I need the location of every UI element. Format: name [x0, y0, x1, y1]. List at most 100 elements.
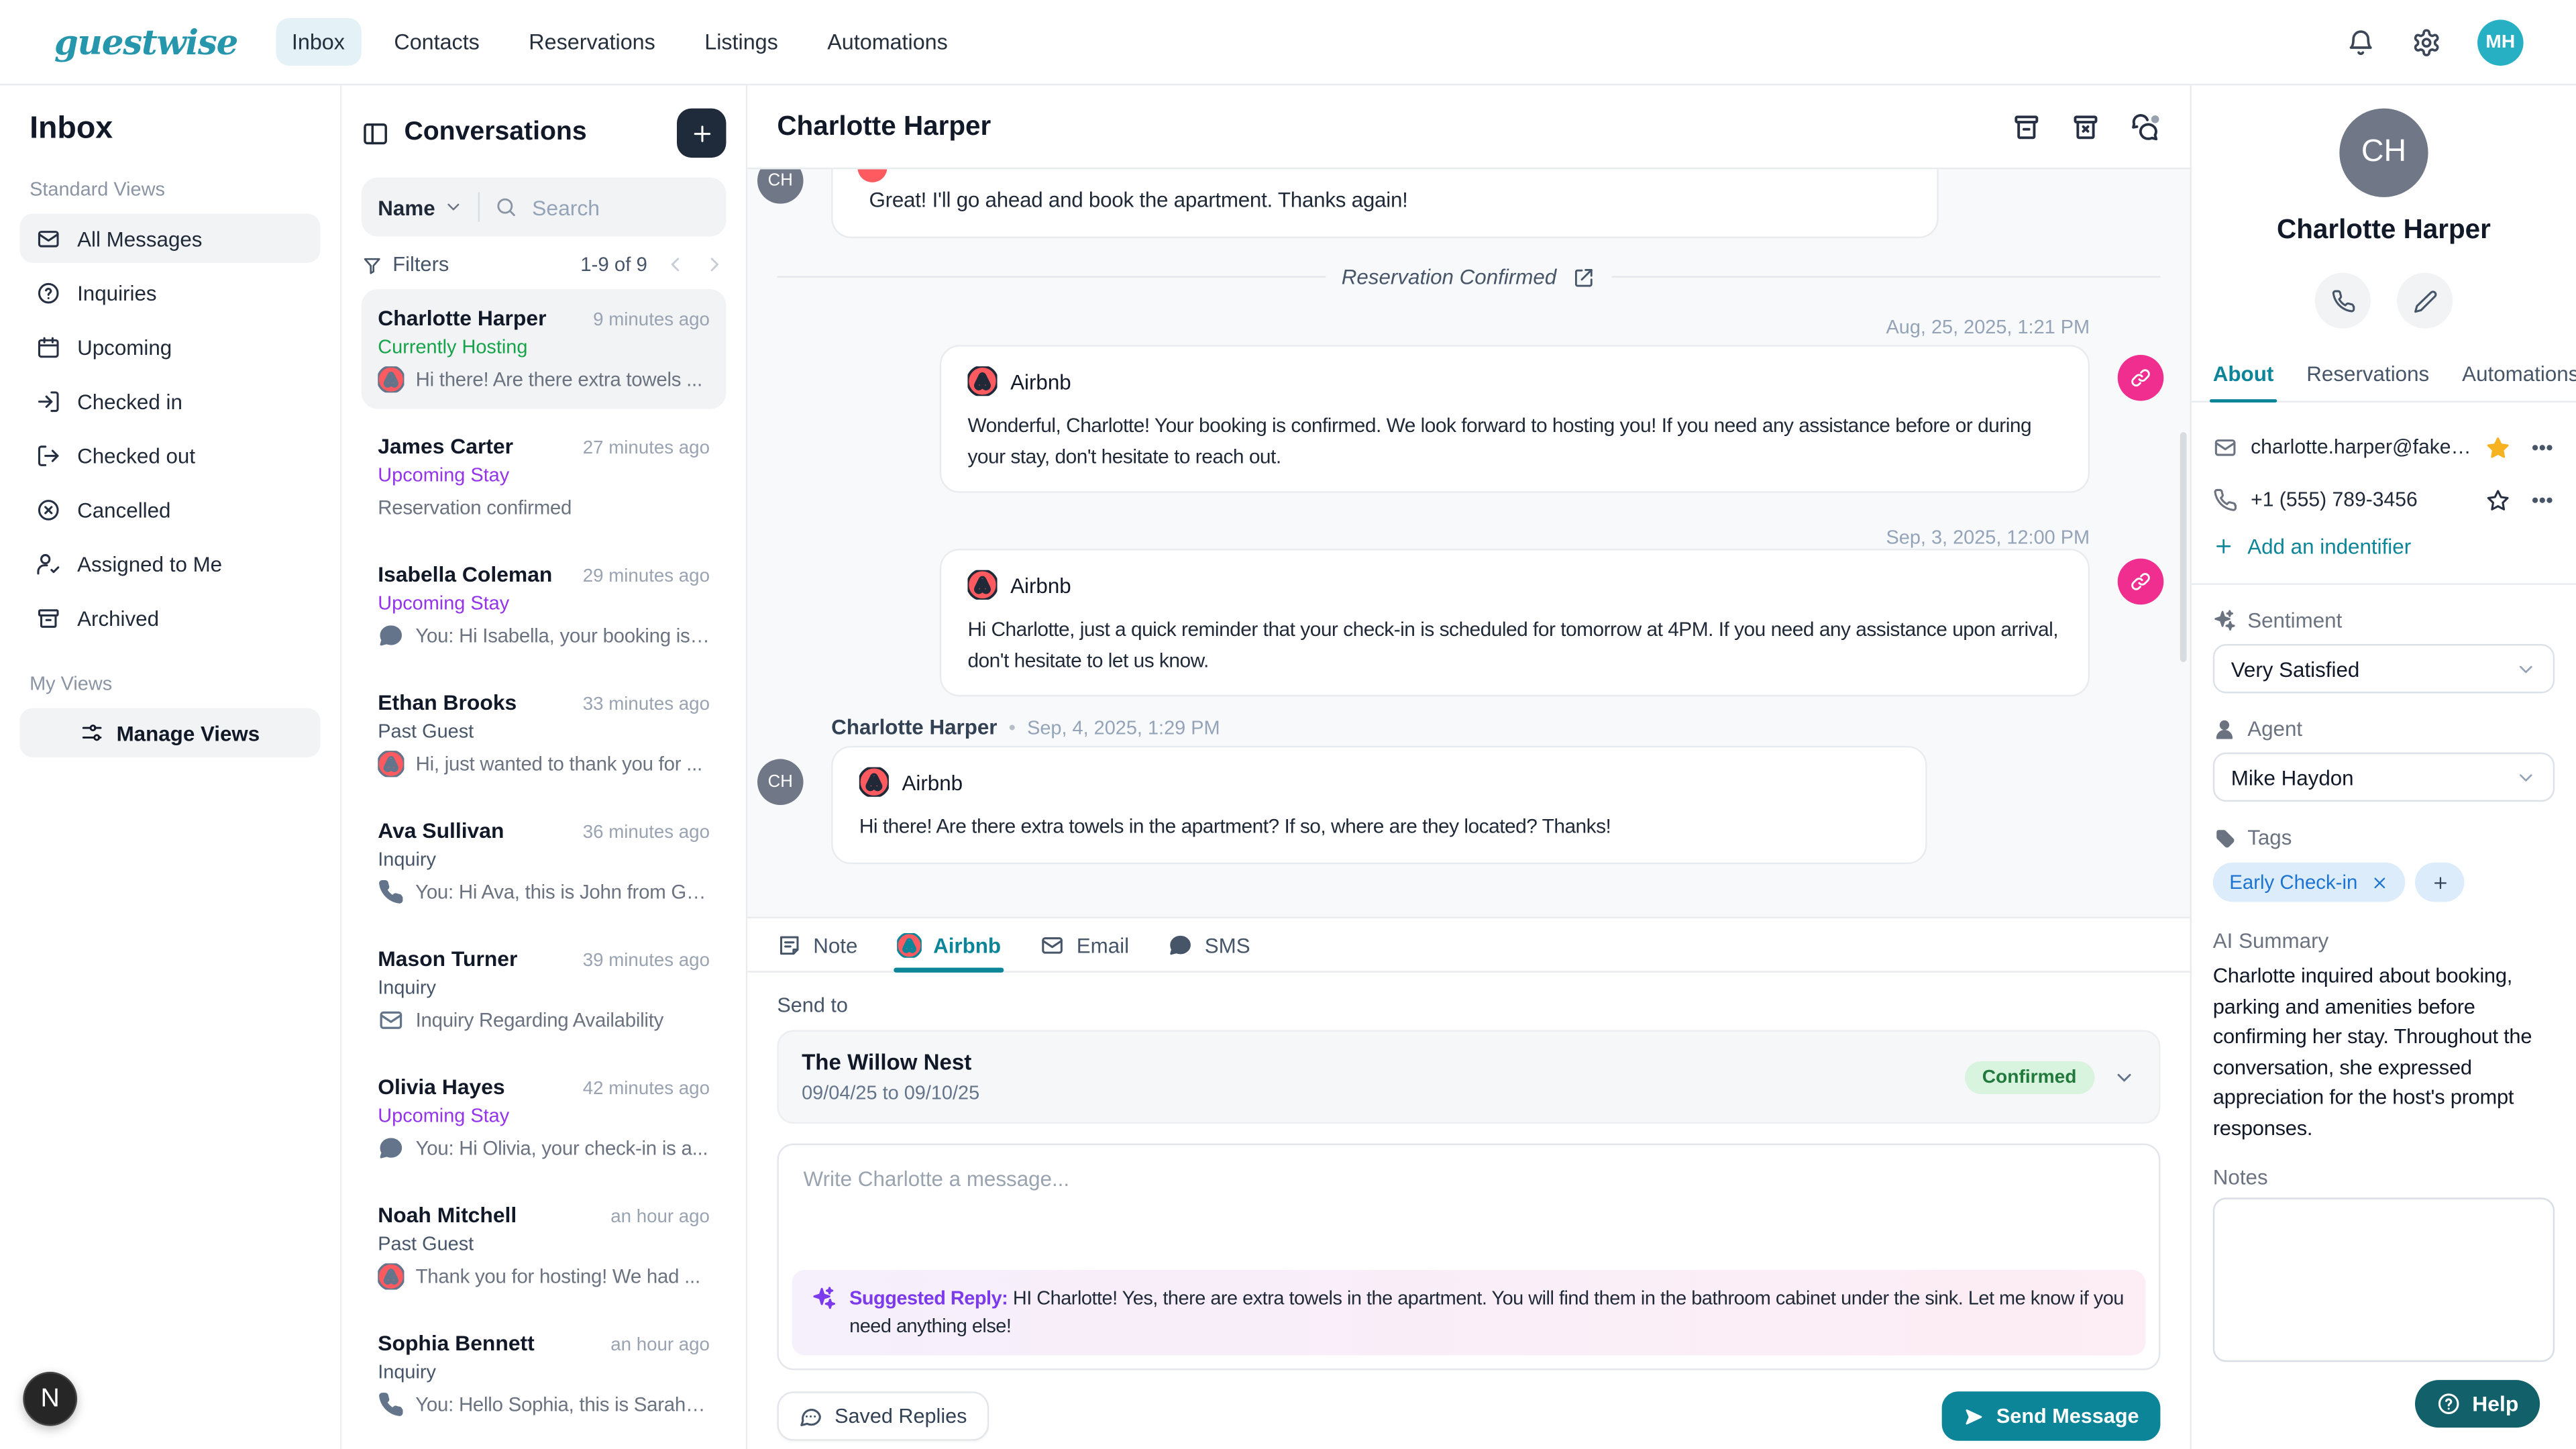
composer-tab[interactable]: SMS — [1169, 918, 1250, 971]
composer-tab[interactable]: Email — [1040, 918, 1129, 971]
sidebar-item[interactable]: Archived — [19, 593, 320, 642]
nav-item[interactable]: Automations — [811, 18, 965, 66]
message-snippet: You: Hi Ava, this is John from Gu... — [415, 881, 710, 904]
profile-tab[interactable]: Automations — [2462, 362, 2576, 401]
user-avatar[interactable]: MH — [2477, 19, 2524, 65]
identifier-list: charlotte.harper@fake.... +1 (555) 789-3… — [2213, 425, 2555, 521]
guest-status: Upcoming Stay — [378, 464, 710, 486]
channel-label: Airbnb — [1010, 572, 1071, 597]
sidebar-item[interactable]: Checked in — [19, 376, 320, 425]
scrollbar-thumb[interactable] — [2180, 432, 2187, 662]
sidebar-item-label: Cancelled — [77, 497, 170, 522]
suggested-reply-text: HI Charlotte! Yes, there are extra towel… — [849, 1287, 2124, 1338]
conversation-item[interactable]: Isabella Coleman 29 minutes ago Upcoming… — [362, 545, 727, 665]
message-scroll-area[interactable]: CH Great! I'll go ahead and book the apa… — [747, 169, 2190, 916]
conversation-item[interactable]: Noah Mitchell an hour ago Past Guest Tha… — [362, 1186, 727, 1306]
conversation-item[interactable]: Ava Sullivan 36 minutes ago Inquiry You:… — [362, 802, 727, 922]
guest-name: Sophia Bennett — [378, 1331, 600, 1356]
guest-profile-panel: CH Charlotte Harper About Reservations A… — [2190, 85, 2576, 1449]
conversation-item[interactable]: Ethan Brooks 33 minutes ago Past Guest H… — [362, 674, 727, 794]
reservation-dates: 09/04/25 to 09/10/25 — [802, 1081, 979, 1104]
prev-page-button[interactable] — [663, 253, 686, 276]
standard-views-label: Standard Views — [30, 177, 320, 200]
ai-summary-text: Charlotte inquired about booking, parkin… — [2213, 961, 2555, 1144]
profile-tab[interactable]: Reservations — [2306, 362, 2429, 401]
tag-chip[interactable]: Early Check-in — [2213, 863, 2406, 902]
next-page-button[interactable] — [703, 253, 726, 276]
star-icon[interactable] — [2485, 487, 2510, 512]
sentiment-label-row: Sentiment — [2213, 608, 2555, 633]
nav-item[interactable]: Contacts — [378, 18, 496, 66]
notes-input[interactable] — [2213, 1197, 2555, 1362]
divider — [478, 193, 479, 222]
new-conversation-button[interactable] — [677, 109, 726, 158]
profile-tab[interactable]: About — [2213, 362, 2274, 401]
sidebar-item[interactable]: Assigned to Me — [19, 539, 320, 588]
search-icon — [494, 195, 517, 218]
add-identifier-button[interactable]: Add an indentifier — [2213, 534, 2411, 559]
star-icon[interactable] — [2485, 435, 2510, 460]
chat-area: CH Great! I'll go ahead and book the apa… — [747, 85, 2190, 1449]
conversation-item[interactable]: Charlotte Harper 9 minutes ago Currently… — [362, 289, 727, 409]
conversation-item[interactable]: Olivia Hayes 42 minutes ago Upcoming Sta… — [362, 1058, 727, 1178]
sentiment-select[interactable]: Very Satisfied — [2213, 644, 2555, 693]
saved-replies-button[interactable]: Saved Replies — [777, 1391, 988, 1440]
funnel-icon[interactable] — [362, 254, 383, 275]
search-input[interactable] — [529, 193, 710, 221]
send-message-button[interactable]: Send Message — [1942, 1391, 2160, 1440]
edit-button[interactable] — [2397, 273, 2453, 329]
more-options-icon[interactable] — [2530, 487, 2555, 512]
main-nav: Inbox Contacts Reservations Listings Aut… — [275, 18, 964, 66]
message-input[interactable] — [779, 1145, 2159, 1254]
search-field-selector[interactable]: Name — [378, 195, 435, 219]
sparkles-icon — [2213, 608, 2236, 631]
sidebar-item[interactable]: Checked out — [19, 431, 320, 480]
tag-chips: Early Check-in — [2213, 863, 2555, 902]
conversation-item[interactable]: James Carter 27 minutes ago Upcoming Sta… — [362, 417, 727, 537]
composer-tab[interactable]: Note — [777, 918, 857, 971]
archive-x-icon[interactable] — [2070, 111, 2102, 142]
help-button[interactable]: Help — [2415, 1380, 2540, 1428]
link-icon — [2129, 570, 2152, 593]
suggested-reply-banner[interactable]: Suggested Reply: HI Charlotte! Yes, ther… — [792, 1270, 2145, 1355]
agent-select[interactable]: Mike Haydon — [2213, 753, 2555, 802]
app: guestwise Inbox Contacts Reservations Li… — [0, 0, 2576, 1449]
call-button[interactable] — [2315, 273, 2371, 329]
collapse-panel-icon[interactable] — [362, 119, 390, 148]
message-snippet: You: Hi Olivia, your check-in is a... — [416, 1137, 708, 1160]
sidebar-item[interactable]: All Messages — [19, 213, 320, 262]
composer-tab[interactable]: Airbnb — [897, 918, 1001, 971]
nav-item[interactable]: Reservations — [513, 18, 672, 66]
identifier-value: charlotte.harper@fake.... — [2251, 435, 2473, 458]
avatar: CH — [757, 169, 804, 203]
nav-item[interactable]: Inbox — [275, 18, 361, 66]
sidebar-item[interactable]: Cancelled — [19, 484, 320, 533]
pagination-count: 1-9 of 9 — [580, 253, 647, 276]
guestwise-logo[interactable]: guestwise — [54, 21, 237, 62]
more-options-icon[interactable] — [2530, 435, 2555, 460]
dev-launcher-badge[interactable]: N — [23, 1372, 77, 1426]
sidebar-item[interactable]: Upcoming — [19, 322, 320, 371]
reservation-selector[interactable]: The Willow Nest 09/04/25 to 09/10/25 Con… — [777, 1030, 2160, 1124]
message-timestamp: Sep, 3, 2025, 12:00 PM — [1886, 526, 2090, 549]
sidebar-item[interactable]: Inquiries — [19, 268, 320, 317]
bell-icon[interactable] — [2346, 27, 2375, 56]
filters-label[interactable]: Filters — [392, 253, 449, 276]
external-link-icon[interactable] — [1573, 266, 1596, 288]
close-icon[interactable] — [2371, 873, 2389, 892]
identifier-value: +1 (555) 789-3456 — [2251, 488, 2473, 511]
conversation-item[interactable]: Mason Turner 39 minutes ago Inquiry Inqu… — [362, 930, 727, 1050]
nav-item[interactable]: Listings — [688, 18, 794, 66]
chat-status-icon[interactable] — [2129, 111, 2161, 142]
gear-icon[interactable] — [2412, 27, 2441, 56]
conversation-item[interactable]: Sophia Bennett an hour ago Inquiry You: … — [362, 1314, 727, 1434]
manage-views-button[interactable]: Manage Views — [19, 708, 320, 757]
search-bar: Name — [362, 177, 727, 236]
airbnb-icon — [857, 169, 887, 182]
archive-icon[interactable] — [2011, 111, 2043, 142]
sidebar-item-icon — [36, 605, 61, 630]
add-tag-button[interactable] — [2415, 863, 2464, 902]
sidebar-item-icon — [36, 280, 61, 305]
reservation-divider: Reservation Confirmed — [777, 264, 2160, 289]
guest-name: Isabella Coleman — [378, 562, 573, 587]
